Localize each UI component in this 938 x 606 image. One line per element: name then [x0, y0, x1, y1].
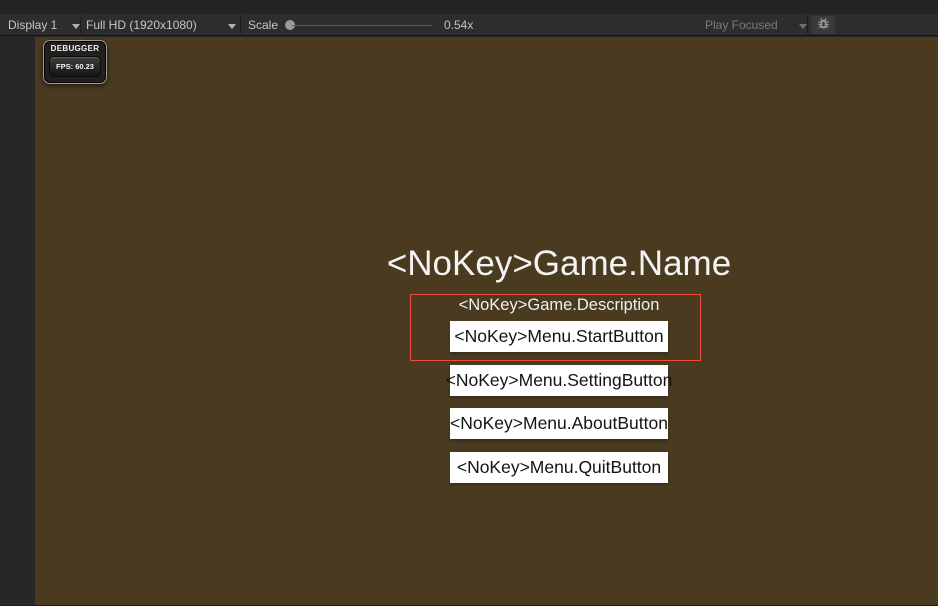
toolbar-separator	[240, 14, 241, 36]
game-title: <NoKey>Game.Name	[386, 244, 732, 283]
game-viewport: DEBUGGER FPS: 60.23 <NoKey>Game.Name <No…	[35, 37, 938, 606]
menu-quit-button-label: <NoKey>Menu.QuitButton	[456, 457, 662, 477]
debugger-overlay-panel: DEBUGGER FPS: 60.23	[43, 40, 107, 84]
bug-icon	[816, 16, 831, 34]
game-description: <NoKey>Game.Description	[458, 296, 660, 314]
debugger-title: DEBUGGER	[50, 44, 100, 53]
menu-start-button-label: <NoKey>Menu.StartButton	[454, 326, 664, 346]
resolution-dropdown[interactable]: Full HD (1920x1080)	[86, 14, 236, 36]
game-view-toolbar: Display 1 Full HD (1920x1080) Scale 0.54…	[0, 14, 938, 36]
play-focused-dropdown[interactable]: Play Focused	[705, 14, 807, 36]
menu-setting-button[interactable]: <NoKey>Menu.SettingButton	[446, 365, 672, 396]
menu-about-button-label: <NoKey>Menu.AboutButton	[450, 413, 668, 433]
chevron-down-icon	[799, 23, 807, 29]
scale-value: 0.54x	[444, 18, 474, 32]
chevron-down-icon	[228, 23, 236, 29]
menu-setting-button-label: <NoKey>Menu.SettingButton	[445, 370, 673, 390]
scale-slider-track[interactable]	[292, 25, 432, 26]
chevron-down-icon	[72, 23, 80, 29]
tab-strip	[0, 0, 938, 14]
play-focused-label: Play Focused	[705, 18, 778, 32]
toolbar-separator	[80, 14, 81, 36]
menu-about-button[interactable]: <NoKey>Menu.AboutButton	[450, 408, 668, 439]
fps-button[interactable]: FPS: 60.23	[49, 56, 101, 77]
display-dropdown[interactable]: Display 1	[8, 14, 80, 36]
menu-start-button[interactable]: <NoKey>Menu.StartButton	[450, 321, 668, 352]
editor-left-strip	[0, 37, 35, 606]
display-dropdown-label: Display 1	[8, 18, 58, 32]
menu-quit-button[interactable]: <NoKey>Menu.QuitButton	[450, 452, 668, 483]
unity-game-view-window: Display 1 Full HD (1920x1080) Scale 0.54…	[0, 0, 938, 606]
scale-label: Scale	[248, 18, 279, 32]
debug-toggle-button[interactable]	[811, 16, 835, 34]
resolution-dropdown-label: Full HD (1920x1080)	[86, 18, 197, 32]
toolbar-separator	[807, 14, 808, 36]
